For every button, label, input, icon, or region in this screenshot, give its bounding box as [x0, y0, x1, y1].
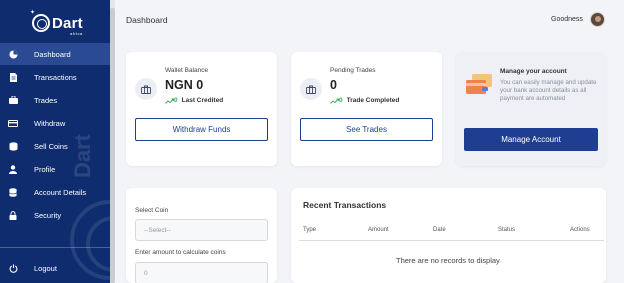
column-header-date[interactable]: Date — [433, 227, 446, 233]
pending-trend-label: Trade Completed — [346, 97, 400, 104]
sidebar-divider — [0, 247, 110, 248]
coins-icon — [8, 141, 18, 151]
column-header-amount[interactable]: Amount — [368, 227, 389, 233]
amount-label: Enter amount to calculate coins — [135, 249, 226, 256]
column-header-status[interactable]: Status — [498, 227, 515, 233]
sidebar-item-label: Dashboard — [34, 49, 71, 59]
page-title: Dashboard — [126, 15, 168, 25]
pending-trend: 0 Trade Completed — [330, 97, 399, 104]
trend-up-icon — [330, 98, 339, 104]
wallet-balance-card: Wallet Balance NGN 0 0 Last Credited Wit… — [126, 52, 277, 166]
wallet-illustration-icon — [464, 72, 494, 96]
wallet-trend-value: 0 — [174, 97, 178, 104]
avatar[interactable] — [590, 12, 605, 27]
dashboard-icon — [8, 49, 18, 59]
sidebar-item-transactions[interactable]: Transactions — [0, 66, 110, 88]
dart-logo[interactable]: ✦ Dart africa — [28, 8, 88, 38]
database-icon — [8, 187, 18, 197]
user-icon — [8, 164, 18, 174]
manage-account-description: You can easily manage and update your ba… — [500, 79, 597, 103]
table-header-divider — [299, 240, 604, 241]
scrollbar-thumb[interactable] — [110, 8, 115, 283]
sidebar: ✦ Dart africa Dashboard Transactions Tra… — [0, 0, 110, 283]
sidebar-item-trades[interactable]: Trades — [0, 89, 110, 111]
pending-trades-title: Pending Trades — [330, 67, 376, 74]
see-trades-button[interactable]: See Trades — [300, 118, 433, 141]
wallet-trend-label: Last Credited — [181, 97, 224, 104]
sidebar-item-account-details[interactable]: Account Details — [0, 181, 110, 203]
sidebar-item-label: Security — [34, 210, 62, 220]
wallet-trend: 0 Last Credited — [165, 97, 223, 104]
pending-trades-card: Pending Trades 0 0 Trade Completed See T… — [291, 52, 442, 166]
logo-ring-icon — [32, 14, 50, 32]
power-icon — [8, 263, 18, 273]
lock-icon — [8, 210, 18, 220]
manage-account-button[interactable]: Manage Account — [464, 128, 598, 151]
watermark-text: Dart — [70, 133, 95, 178]
pending-trend-value: 0 — [339, 97, 343, 104]
sidebar-item-label: Account Details — [34, 187, 87, 197]
wallet-balance-title: Wallet Balance — [165, 67, 209, 74]
briefcase-icon — [300, 78, 322, 100]
select-coin-label: Select Coin — [135, 207, 169, 214]
sidebar-item-label: Transactions — [34, 72, 77, 82]
document-icon — [8, 72, 18, 82]
trend-up-icon — [165, 98, 174, 104]
column-header-type[interactable]: Type — [303, 227, 316, 233]
wallet-icon — [135, 78, 157, 100]
user-name: Goodness — [551, 16, 583, 23]
amount-input[interactable]: 0 — [135, 262, 268, 283]
logo-subtitle: africa — [70, 31, 83, 36]
withdraw-funds-button[interactable]: Withdraw Funds — [135, 118, 268, 141]
briefcase-icon — [8, 95, 18, 105]
sidebar-item-label: Withdraw — [34, 118, 66, 128]
sidebar-item-label: Sell Coins — [34, 141, 68, 151]
logo-name: Dart — [52, 15, 83, 32]
sidebar-item-label: Profile — [34, 164, 56, 174]
sidebar-item-dashboard[interactable]: Dashboard — [0, 43, 110, 65]
manage-account-title: Manage your account — [500, 68, 567, 75]
page-scrollbar[interactable] — [110, 0, 115, 283]
column-header-actions[interactable]: Actions — [570, 227, 590, 233]
logout-button[interactable]: Logout — [0, 257, 110, 279]
empty-table-message: There are no records to display — [396, 256, 500, 265]
pending-trades-value: 0 — [330, 78, 337, 92]
select-coin-dropdown[interactable]: --Select-- — [135, 219, 268, 241]
sidebar-item-label: Trades — [34, 95, 58, 105]
card-icon — [8, 118, 18, 128]
wallet-balance-value: NGN 0 — [165, 78, 204, 92]
sidebar-item-withdraw[interactable]: Withdraw — [0, 112, 110, 134]
logout-label: Logout — [34, 263, 57, 273]
recent-transactions-title: Recent Transactions — [303, 200, 387, 210]
